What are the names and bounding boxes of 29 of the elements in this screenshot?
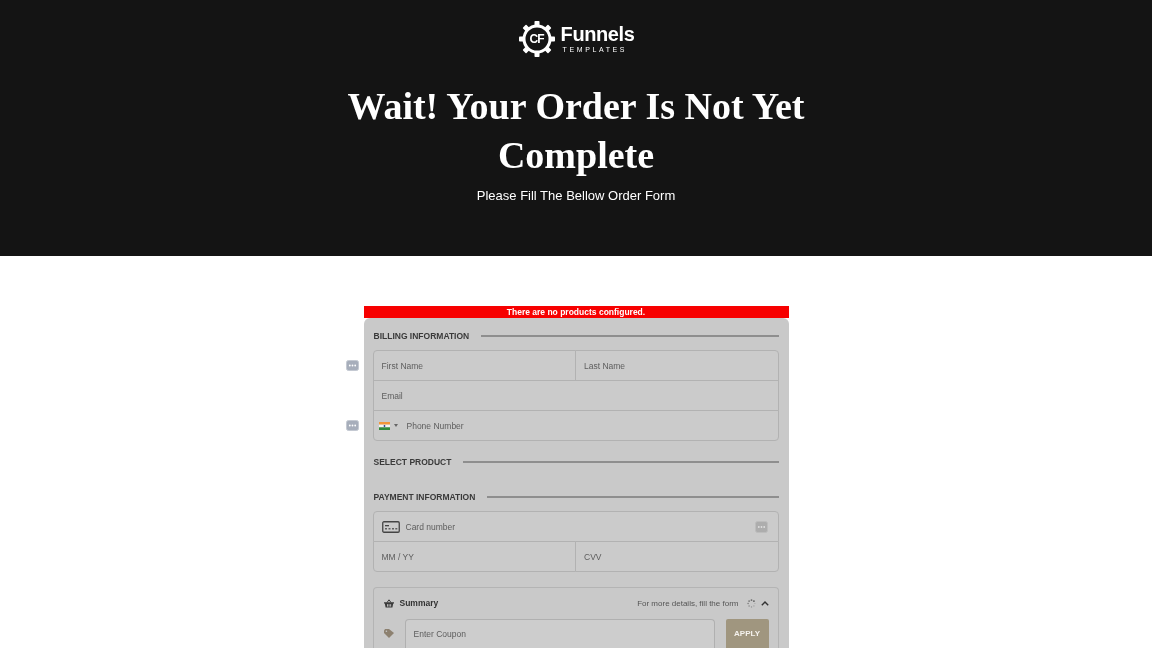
logo-name: Funnels: [560, 24, 635, 45]
logo-monogram: CF: [529, 32, 544, 46]
section-heading: BILLING INFORMATION: [373, 330, 470, 342]
input-field[interactable]: Last Name: [575, 350, 779, 381]
page-title: Wait! Your Order Is Not Yet Complete: [346, 84, 806, 178]
section-heading: SELECT PRODUCT: [373, 456, 452, 468]
caret-icon: [393, 424, 398, 427]
tag-icon: [383, 629, 394, 638]
dots-icon[interactable]: [754, 520, 768, 533]
cvv-field[interactable]: CVV: [575, 541, 779, 572]
alert-banner: There are no products configured.: [363, 306, 789, 318]
summary-title: Summary: [399, 598, 439, 608]
dots-icon[interactable]: [345, 420, 359, 431]
input-field[interactable]: First Name: [372, 350, 576, 381]
input-field[interactable]: Email: [372, 380, 779, 411]
dots-icon[interactable]: [345, 360, 359, 371]
card-icon: [381, 520, 400, 533]
expiry-field[interactable]: MM / YY: [372, 541, 576, 572]
page-subtitle: Please Fill The Bellow Order Form: [476, 188, 676, 204]
chevron-up-icon: [760, 600, 769, 606]
coupon-field[interactable]: Enter Coupon: [404, 619, 715, 648]
card-number-input[interactable]: Card number: [399, 512, 755, 541]
card-number-field[interactable]: Card number: [372, 511, 779, 542]
basket-icon: [383, 598, 394, 608]
flag-icon: [378, 421, 390, 430]
section-heading: PAYMENT INFORMATION: [373, 491, 476, 503]
summary-hint: For more details, fill the form: [637, 598, 739, 608]
gear-icon: [517, 20, 556, 58]
collapse-toggle[interactable]: [760, 600, 769, 606]
